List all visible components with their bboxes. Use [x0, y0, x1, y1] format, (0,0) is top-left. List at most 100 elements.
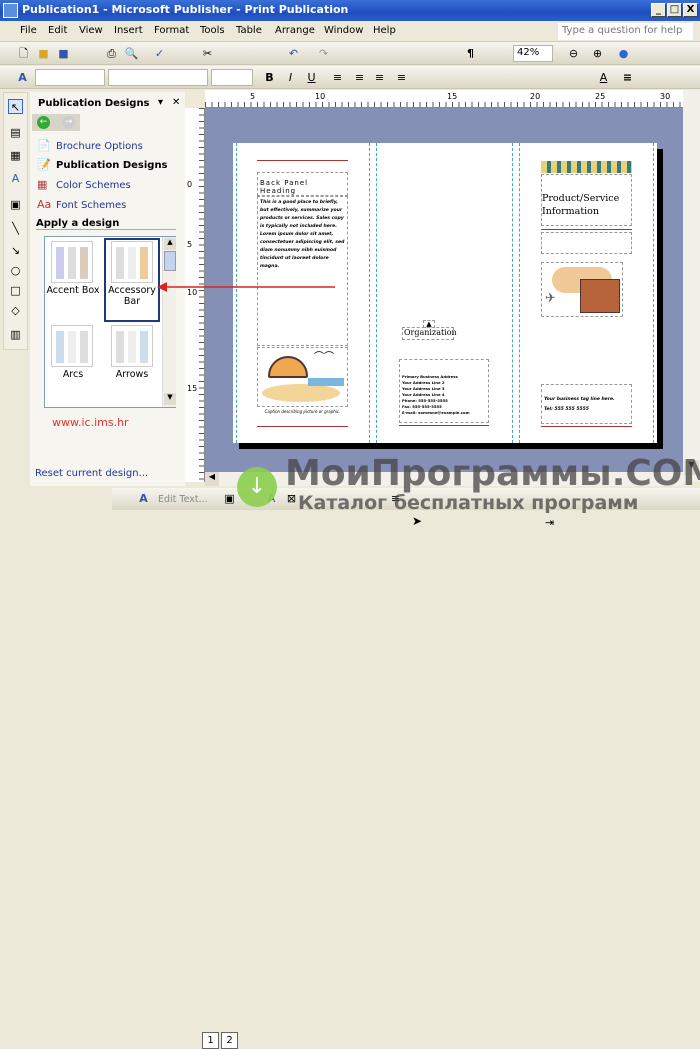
- brochure-options-icon: 📄: [37, 139, 51, 152]
- link-publication-designs[interactable]: Publication Designs: [56, 160, 168, 171]
- pane-menu-icon[interactable]: ▾: [158, 97, 163, 108]
- watermark-title: МоиПрограммы.COM: [285, 453, 700, 494]
- color-schemes-icon: ▦: [37, 178, 48, 191]
- tagline-block[interactable]: Your business tag line here. Tel: 555 55…: [541, 384, 632, 424]
- font-combo[interactable]: [108, 69, 208, 86]
- style-combo[interactable]: [35, 69, 105, 86]
- save-icon[interactable]: ■: [56, 46, 71, 61]
- product-subtitle[interactable]: [541, 232, 632, 254]
- italic-icon[interactable]: I: [283, 70, 298, 85]
- zoom-in-icon[interactable]: ⊕: [590, 46, 605, 61]
- menu-file[interactable]: File: [20, 25, 37, 36]
- table-icon[interactable]: ▦: [8, 148, 23, 163]
- gallery-scrollbar[interactable]: ▲ ▼: [162, 237, 176, 407]
- objects-toolbar: ↖ ▤ ▦ A ▣ ╲ ↘ ○ □ ◇ ▥: [3, 92, 28, 350]
- bold-icon[interactable]: B: [262, 70, 277, 85]
- title-bar: Publication1 - Microsoft Publisher - Pri…: [0, 0, 700, 21]
- open-icon[interactable]: ■: [36, 46, 51, 61]
- back-panel-heading[interactable]: Back Panel Heading: [257, 172, 348, 196]
- edit-text-button[interactable]: Edit Text...: [158, 494, 208, 505]
- new-icon[interactable]: 🗋: [16, 46, 31, 61]
- design-gallery-icon[interactable]: ▥: [8, 327, 23, 342]
- organization-name[interactable]: Organization: [402, 327, 457, 340]
- help-search-input[interactable]: Type a question for help: [558, 23, 693, 40]
- redo-icon[interactable]: ↷: [316, 46, 331, 61]
- print-preview-icon[interactable]: 🔍: [124, 46, 139, 61]
- status-bar: 1 2 ⇥ ➤: [0, 512, 700, 1049]
- page-1-button[interactable]: 1: [202, 1032, 219, 1049]
- publication-designs-icon: 📝: [37, 158, 51, 171]
- underline-icon[interactable]: U: [304, 70, 319, 85]
- section-heading: Apply a design: [36, 218, 176, 230]
- undo-icon[interactable]: ↶: [286, 46, 301, 61]
- spelling-icon[interactable]: ✓: [152, 46, 167, 61]
- product-title[interactable]: Product/Service Information: [541, 174, 632, 226]
- font-color-icon[interactable]: A: [596, 70, 611, 85]
- red-pointer-arrow: [157, 282, 335, 292]
- styles-icon[interactable]: A: [15, 70, 30, 85]
- website-text: www.ic.ims.hr: [52, 416, 129, 429]
- ruler-corner: [185, 90, 205, 108]
- pane-close-icon[interactable]: ✕: [172, 97, 180, 108]
- menu-arrange[interactable]: Arrange: [275, 25, 315, 36]
- mouse-cursor-icon: ➤: [412, 514, 423, 528]
- link-font-schemes[interactable]: Font Schemes: [56, 200, 126, 211]
- rectangle-icon[interactable]: □: [8, 283, 23, 298]
- app-icon: [3, 3, 18, 18]
- accessory-bar-pattern: [541, 161, 632, 173]
- menu-tools[interactable]: Tools: [200, 25, 225, 36]
- menu-edit[interactable]: Edit: [48, 25, 67, 36]
- watermark-download-icon: ↓: [237, 467, 277, 507]
- justify-icon[interactable]: ≡: [394, 70, 409, 85]
- page-2-button[interactable]: 2: [221, 1032, 238, 1049]
- menu-view[interactable]: View: [79, 25, 103, 36]
- standard-toolbar: 🗋 ■ ■ ⎙ 🔍 ✓ ✂ ↶ ↷ ¶ 42% ⊖ ⊕ ●: [0, 42, 700, 65]
- address-block[interactable]: Primary Business Address Your Address Li…: [399, 359, 489, 423]
- window-title: Publication1 - Microsoft Publisher - Pri…: [22, 3, 349, 16]
- back-icon[interactable]: ←: [37, 116, 50, 129]
- line-style-icon[interactable]: ≡: [620, 70, 635, 85]
- menu-format[interactable]: Format: [154, 25, 189, 36]
- autoshapes-icon[interactable]: ◇: [8, 303, 23, 318]
- forward-icon[interactable]: →: [62, 116, 75, 129]
- beach-umbrella-clipart[interactable]: ⌒⌒: [257, 347, 348, 407]
- vertical-scrollbar[interactable]: ▼: [683, 90, 700, 482]
- link-color-schemes[interactable]: Color Schemes: [56, 180, 131, 191]
- help-icon[interactable]: ●: [616, 46, 631, 61]
- picture-icon[interactable]: ▣: [8, 197, 23, 212]
- oval-icon[interactable]: ○: [8, 263, 23, 278]
- task-pane-title: Publication Designs: [38, 98, 150, 109]
- select-icon[interactable]: ↖: [8, 99, 23, 114]
- wordart-gallery-icon[interactable]: ▣: [222, 491, 237, 506]
- menu-insert[interactable]: Insert: [114, 25, 143, 36]
- back-panel-body[interactable]: This is a good place to briefly, but eff…: [257, 196, 348, 346]
- align-right-icon[interactable]: ≡: [372, 70, 387, 85]
- link-brochure-options[interactable]: Brochure Options: [56, 141, 143, 152]
- text-box-icon[interactable]: ▤: [8, 125, 23, 140]
- watermark-subtitle: Каталог бесплатных программ: [298, 492, 639, 514]
- wordart-style-icon[interactable]: A: [136, 491, 151, 506]
- vertical-ruler[interactable]: 0 5 10 15: [185, 108, 205, 482]
- menu-help[interactable]: Help: [373, 25, 396, 36]
- zoom-combo[interactable]: 42%: [513, 45, 553, 62]
- menu-window[interactable]: Window: [324, 25, 363, 36]
- minimize-button[interactable]: _: [651, 3, 666, 17]
- font-size-combo[interactable]: [211, 69, 253, 86]
- horizontal-ruler[interactable]: 5 10 15 20 25 30: [205, 90, 683, 108]
- maximize-button[interactable]: □: [667, 3, 682, 17]
- building-clipart[interactable]: ✈: [541, 262, 623, 317]
- close-button[interactable]: X: [683, 3, 698, 17]
- menu-table[interactable]: Table: [236, 25, 262, 36]
- cut-icon[interactable]: ✂: [200, 46, 215, 61]
- align-center-icon[interactable]: ≡: [352, 70, 367, 85]
- reset-design-link[interactable]: Reset current design...: [35, 468, 148, 479]
- arrow-icon[interactable]: ↘: [8, 243, 23, 258]
- wordart-icon[interactable]: A: [8, 171, 23, 186]
- zoom-out-icon[interactable]: ⊖: [566, 46, 581, 61]
- font-schemes-icon: Aa: [37, 198, 52, 211]
- line-icon[interactable]: ╲: [8, 221, 23, 236]
- picture-caption: Caption describing picture or graphic.: [264, 409, 341, 414]
- print-icon[interactable]: ⎙: [104, 46, 119, 61]
- align-left-icon[interactable]: ≡: [330, 70, 345, 85]
- pilcrow-icon[interactable]: ¶: [463, 46, 478, 61]
